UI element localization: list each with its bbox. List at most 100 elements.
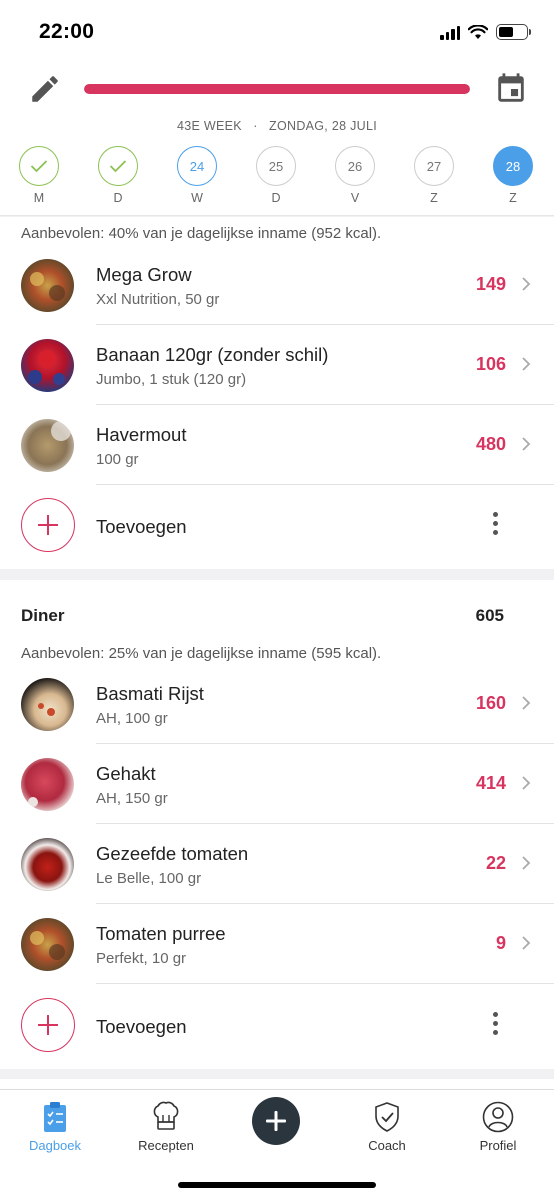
food-thumbnail <box>21 419 74 472</box>
food-item[interactable]: Banaan 120gr (zonder schil) Jumbo, 1 stu… <box>0 325 554 405</box>
tab-label: Dagboek <box>28 1138 82 1153</box>
day-circle[interactable]: 27 <box>414 146 454 186</box>
food-detail: AH, 150 gr <box>96 790 168 807</box>
meal-recommendation: Aanbevolen: 40% van je dagelijkse inname… <box>21 225 382 242</box>
day-circle[interactable]: 25 <box>256 146 296 186</box>
day-friday[interactable]: 26 V <box>335 146 375 205</box>
week-label: 43E WEEK <box>176 119 242 133</box>
day-letter: D <box>271 191 281 205</box>
chevron-right-icon <box>522 776 531 790</box>
meal-total-kcal: 605 <box>475 606 504 625</box>
day-letter: Z <box>509 191 517 205</box>
food-name: Banaan 120gr (zonder schil) <box>96 344 329 365</box>
day-monday[interactable]: M <box>19 146 59 205</box>
week-day-selector: M D 24 W 25 D 26 V 27 Z 28 Z <box>19 146 533 205</box>
meal-title: Diner <box>21 606 65 625</box>
meal-recommendation: Aanbevolen: 25% van je dagelijkse inname… <box>21 645 382 662</box>
chevron-right-icon <box>522 856 531 870</box>
add-food-row[interactable]: Toevoegen <box>0 985 554 1065</box>
daily-progress-bar <box>84 84 470 94</box>
add-entry-button[interactable] <box>252 1097 300 1145</box>
day-letter: M <box>33 191 45 205</box>
calendar-icon[interactable] <box>494 72 528 106</box>
food-detail: Xxl Nutrition, 50 gr <box>96 291 220 308</box>
chef-hat-icon <box>153 1101 179 1130</box>
food-item[interactable]: Tomaten purree Perfekt, 10 gr 9 <box>0 904 554 984</box>
food-thumbnail <box>21 259 74 312</box>
food-kcal: 22 <box>485 853 506 873</box>
row-divider <box>96 983 554 984</box>
meal-section-breakfast: Aanbevolen: 40% van je dagelijkse inname… <box>0 217 554 569</box>
day-saturday[interactable]: 27 Z <box>414 146 454 205</box>
day-letter: D <box>113 191 123 205</box>
chevron-right-icon <box>522 277 531 291</box>
person-icon <box>482 1101 514 1133</box>
food-item[interactable]: Havermout 100 gr 480 <box>0 405 554 485</box>
food-kcal: 160 <box>475 693 506 713</box>
food-detail: Perfekt, 10 gr <box>96 950 187 967</box>
wifi-icon <box>468 24 488 39</box>
food-kcal: 480 <box>475 434 506 454</box>
tab-coach[interactable]: Coach <box>342 1100 432 1153</box>
chevron-right-icon <box>522 437 531 451</box>
day-header: 43E WEEK · ZONDAG, 28 JULI M D 24 W 25 D… <box>0 62 554 216</box>
food-item[interactable]: Gezeefde tomaten Le Belle, 100 gr 22 <box>0 824 554 904</box>
day-tuesday[interactable]: D <box>98 146 138 205</box>
week-date-line: 43E WEEK · ZONDAG, 28 JULI <box>0 119 554 133</box>
food-detail: AH, 100 gr <box>96 710 168 727</box>
more-options-icon[interactable] <box>493 1012 498 1035</box>
food-name: Basmati Rijst <box>96 683 204 704</box>
tab-dagboek[interactable]: Dagboek <box>10 1100 100 1153</box>
food-thumbnail <box>21 339 74 392</box>
day-circle[interactable] <box>98 146 138 186</box>
day-circle[interactable]: 28 <box>493 146 533 186</box>
food-name: Mega Grow <box>96 264 192 285</box>
food-thumbnail <box>21 838 74 891</box>
add-food-button[interactable] <box>21 498 75 552</box>
food-item[interactable]: Gehakt AH, 150 gr 414 <box>0 744 554 824</box>
food-kcal: 149 <box>475 274 506 294</box>
meal-section-dinner: Diner 605 Aanbevolen: 25% van je dagelij… <box>0 580 554 1069</box>
day-thursday[interactable]: 25 D <box>256 146 296 205</box>
food-detail: Jumbo, 1 stuk (120 gr) <box>96 371 247 388</box>
meal-section-next <box>0 1079 554 1089</box>
food-thumbnail <box>21 758 74 811</box>
food-name: Tomaten purree <box>96 923 226 944</box>
pencil-icon[interactable] <box>28 72 62 106</box>
shield-check-icon <box>375 1102 399 1132</box>
tab-recepten[interactable]: Recepten <box>121 1100 211 1153</box>
tab-label: Recepten <box>138 1138 194 1153</box>
day-wednesday[interactable]: 24 W <box>177 146 217 205</box>
add-food-label[interactable]: Toevoegen <box>96 516 187 538</box>
food-name: Gehakt <box>96 763 156 784</box>
status-icons <box>440 24 531 40</box>
battery-icon <box>496 24 531 40</box>
day-letter: W <box>191 191 203 205</box>
food-detail: 100 gr <box>96 451 139 468</box>
day-circle[interactable]: 24 <box>177 146 217 186</box>
day-circle[interactable] <box>19 146 59 186</box>
chevron-right-icon <box>522 696 531 710</box>
status-time: 22:00 <box>39 20 95 43</box>
day-letter: V <box>350 191 360 205</box>
food-kcal: 9 <box>495 933 506 953</box>
add-food-label[interactable]: Toevoegen <box>96 1016 187 1038</box>
tab-bar: Dagboek Recepten Coach Profiel <box>0 1089 554 1200</box>
food-detail: Le Belle, 100 gr <box>96 870 202 887</box>
add-food-row[interactable]: Toevoegen <box>0 485 554 565</box>
food-name: Havermout <box>96 424 187 445</box>
tab-profiel[interactable]: Profiel <box>453 1100 543 1153</box>
food-item[interactable]: Basmati Rijst AH, 100 gr 160 <box>0 664 554 744</box>
day-sunday[interactable]: 28 Z <box>493 146 533 205</box>
chevron-right-icon <box>522 936 531 950</box>
food-item[interactable]: Mega Grow Xxl Nutrition, 50 gr 149 <box>0 245 554 325</box>
status-bar: 22:00 <box>0 0 554 62</box>
clipboard-icon <box>44 1102 66 1132</box>
more-options-icon[interactable] <box>493 512 498 535</box>
food-kcal: 414 <box>475 773 506 793</box>
food-thumbnail <box>21 918 74 971</box>
add-food-button[interactable] <box>21 998 75 1052</box>
food-thumbnail <box>21 678 74 731</box>
home-indicator <box>178 1182 376 1188</box>
day-circle[interactable]: 26 <box>335 146 375 186</box>
